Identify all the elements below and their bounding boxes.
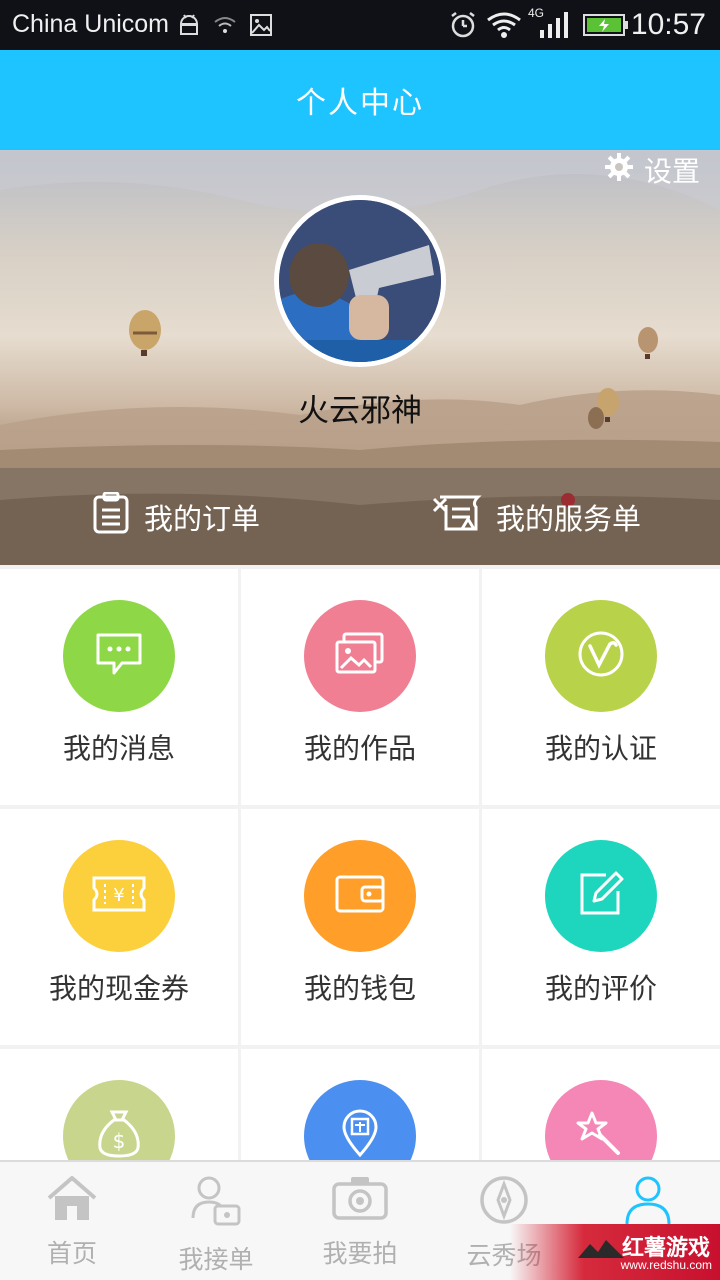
edit-icon [576, 869, 626, 923]
menu-item-wallet[interactable]: 我的钱包 [241, 809, 479, 1045]
svg-text:$: $ [113, 1129, 126, 1153]
magic-wand-icon [576, 1109, 626, 1160]
menu-item-works[interactable]: 我的作品 [241, 569, 479, 805]
nav-label: 我接单 [178, 1245, 254, 1274]
svg-text:¥: ¥ [113, 885, 124, 906]
my-service-orders-button[interactable]: 我的服务单 [432, 468, 641, 565]
my-service-orders-label: 我的服务单 [496, 501, 642, 536]
gallery-icon [334, 632, 386, 680]
menu-item-earnings[interactable]: $ [0, 1049, 238, 1160]
menu-label: 我的钱包 [303, 972, 416, 1005]
money-bag-icon: $ [94, 1108, 144, 1160]
logo-icon [576, 1238, 626, 1264]
menu-icon-bg [304, 600, 416, 712]
gear-icon [604, 152, 634, 189]
compass-icon [432, 1174, 576, 1230]
nav-label: 我要拍 [322, 1239, 398, 1268]
nav-shoot[interactable]: 我要拍 [288, 1162, 432, 1280]
nav-label: 首页 [46, 1239, 97, 1268]
username: 火云邪神 [298, 393, 422, 429]
menu-item-location[interactable] [241, 1049, 479, 1160]
carrier-name: China Unicom [12, 10, 170, 38]
camera-icon [288, 1174, 432, 1230]
menu-label: 我的作品 [303, 732, 416, 765]
wallet-icon [334, 873, 386, 919]
scroll-icon [432, 493, 482, 540]
wifi-weak-icon [212, 10, 238, 40]
settings-button[interactable]: 设置 [604, 150, 700, 190]
my-orders-button[interactable]: 我的订单 [92, 468, 260, 565]
menu-item-coupons[interactable]: ¥ 我的现金券 [0, 809, 238, 1045]
profile-icon [576, 1174, 720, 1230]
menu-icon-bg [545, 840, 657, 952]
menu-item-magic[interactable] [482, 1049, 720, 1160]
menu-label: 我的评价 [544, 972, 657, 1005]
take-order-icon [144, 1174, 288, 1230]
menu-label: 我的现金券 [48, 972, 189, 1005]
menu-item-messages[interactable]: 我的消息 [0, 569, 238, 805]
nav-home[interactable]: 首页 [0, 1162, 144, 1280]
watermark-url: www.redshu.com [620, 1258, 712, 1272]
hot-air-balloon [129, 310, 161, 356]
menu-icon-bg: ¥ [63, 840, 175, 952]
menu-item-reviews[interactable]: 我的评价 [482, 809, 720, 1045]
signal-icon [538, 10, 570, 40]
app-header: 个人中心 [0, 50, 720, 150]
menu-icon-bg [63, 600, 175, 712]
page-title: 个人中心 [296, 86, 424, 121]
avatar-image [279, 200, 441, 362]
clipboard-icon [92, 491, 130, 541]
home-icon [0, 1174, 144, 1230]
my-orders-label: 我的订单 [144, 501, 261, 536]
battery-icon [583, 10, 629, 40]
menu-icon-bg: $ [63, 1080, 175, 1160]
menu-label: 我的消息 [62, 732, 175, 765]
status-bar: China Unicom 4G 10:57 [0, 0, 720, 50]
alarm-icon [448, 10, 478, 40]
wifi-icon [486, 10, 522, 40]
menu-icon-bg [304, 1080, 416, 1160]
clock: 10:57 [630, 8, 706, 41]
menu-icon-bg [545, 600, 657, 712]
verified-icon [576, 629, 626, 683]
menu-item-verification[interactable]: 我的认证 [482, 569, 720, 805]
coupon-icon: ¥ [91, 874, 147, 918]
location-pin-icon [340, 1109, 380, 1160]
site-watermark: 红薯游戏 www.redshu.com [510, 1224, 720, 1280]
android-icon [176, 10, 202, 40]
nav-take-order[interactable]: 我接单 [144, 1162, 288, 1280]
menu-label: 我的认证 [544, 732, 657, 765]
image-icon [248, 10, 274, 40]
menu-icon-bg [545, 1080, 657, 1160]
avatar[interactable] [274, 195, 446, 367]
message-icon [94, 631, 144, 681]
settings-label: 设置 [643, 155, 700, 188]
orders-bar: 我的订单 我的服务单 [0, 468, 720, 565]
menu-icon-bg [304, 840, 416, 952]
